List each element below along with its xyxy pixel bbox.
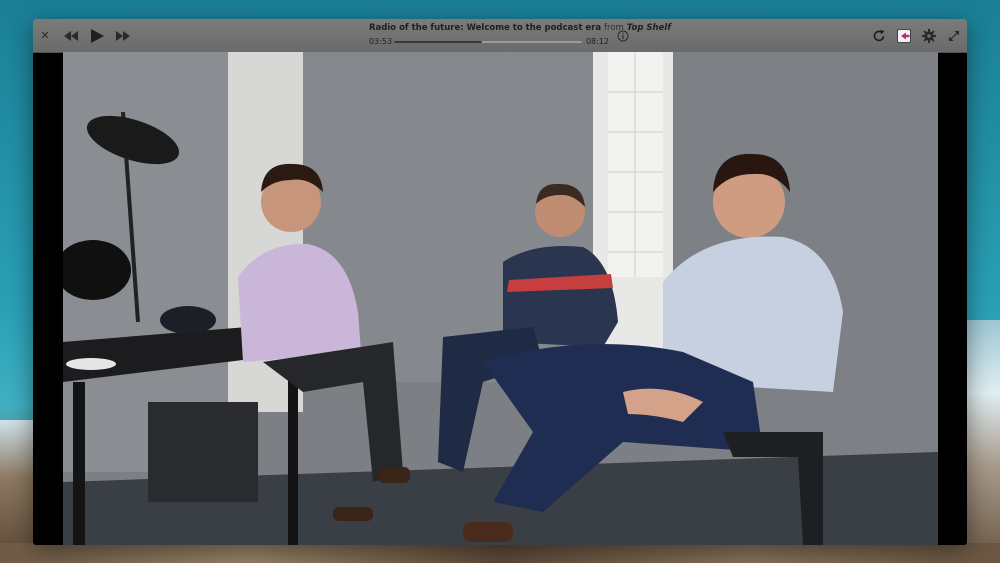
share-button[interactable] xyxy=(895,19,913,52)
desktop-wallpaper-right xyxy=(966,320,1000,563)
share-icon xyxy=(896,28,911,43)
gear-icon xyxy=(922,28,936,43)
settings-button[interactable] xyxy=(921,19,937,52)
expand-icon xyxy=(949,30,959,41)
reload-button[interactable] xyxy=(871,19,887,52)
rewind-icon xyxy=(64,30,78,41)
episode-title-line: Radio of the future: Welcome to the podc… xyxy=(369,23,671,34)
video-frame[interactable] xyxy=(63,52,938,545)
close-button[interactable]: ✕ xyxy=(37,19,53,52)
total-time: 08:12 xyxy=(585,37,609,46)
elapsed-time: 03:53 xyxy=(369,37,393,46)
video-player-window: ✕ Radio of the future: Welcome to the po… xyxy=(33,19,967,545)
reload-icon xyxy=(873,29,885,41)
play-icon xyxy=(90,28,104,43)
fast-forward-icon xyxy=(116,30,130,41)
progress-fill xyxy=(394,41,483,43)
episode-title: Radio of the future: Welcome to the podc… xyxy=(369,23,602,33)
now-playing-info: Radio of the future: Welcome to the podc… xyxy=(369,23,671,49)
info-button[interactable] xyxy=(616,19,630,52)
play-button[interactable] xyxy=(87,19,107,52)
desktop-wallpaper-bottom xyxy=(0,543,1000,563)
expand-button[interactable] xyxy=(947,19,961,52)
time-row: 03:53 08:12 xyxy=(369,36,609,47)
close-icon: ✕ xyxy=(40,29,50,42)
fast-forward-button[interactable] xyxy=(113,19,133,52)
show-name: Top Shelf xyxy=(626,23,671,33)
rewind-button[interactable] xyxy=(61,19,81,52)
podcast-studio-scene xyxy=(63,52,938,545)
player-titlebar: ✕ Radio of the future: Welcome to the po… xyxy=(33,19,967,53)
progress-bar[interactable] xyxy=(394,41,582,43)
info-icon xyxy=(617,30,629,41)
